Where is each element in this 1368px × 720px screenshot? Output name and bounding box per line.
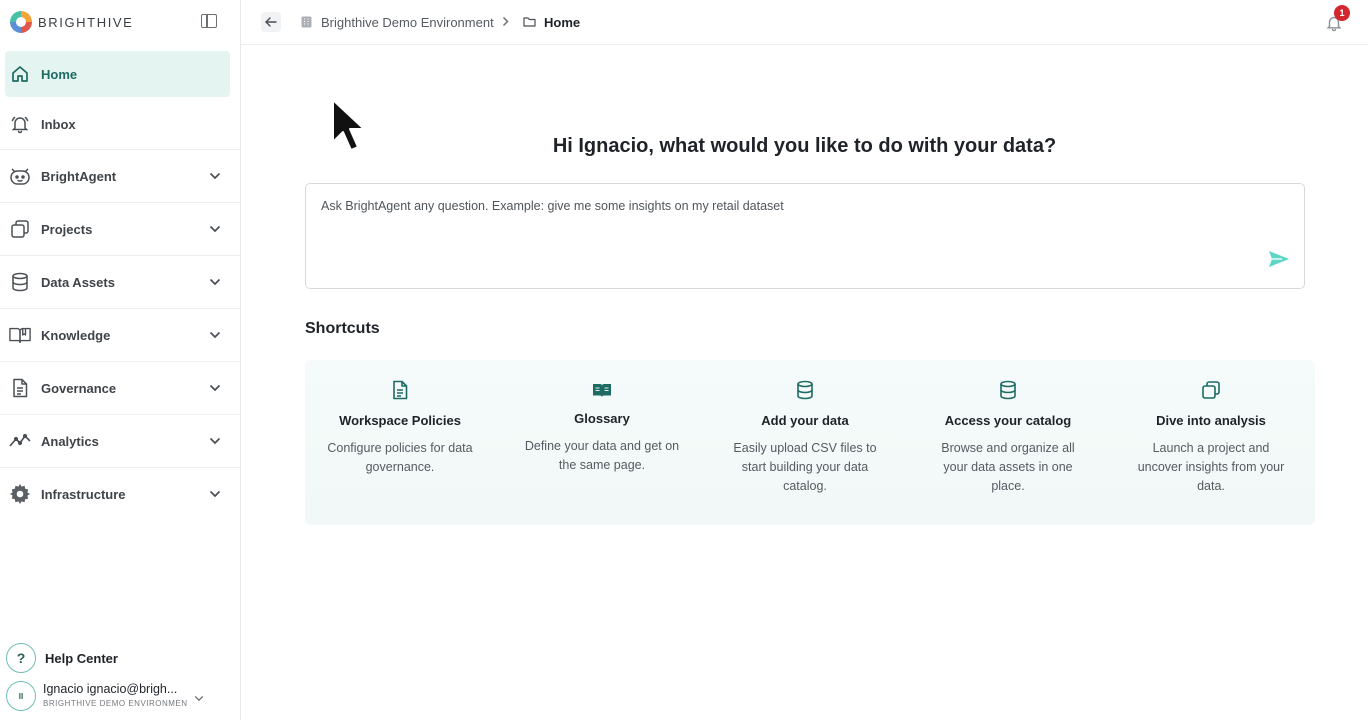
chevron-down-icon[interactable] xyxy=(208,222,222,236)
sidebar-collapse-icon[interactable] xyxy=(201,14,217,28)
sidebar-item-label: Inbox xyxy=(41,116,76,132)
chevron-down-icon[interactable] xyxy=(208,275,222,289)
chevron-down-icon[interactable] xyxy=(194,689,204,707)
brand[interactable]: BRIGHTHIVE xyxy=(10,11,133,33)
shortcuts-heading: Shortcuts xyxy=(305,320,380,337)
shortcut-description: Define your data and get on the same pag… xyxy=(524,439,680,472)
breadcrumb-environment[interactable]: Brighthive Demo Environment xyxy=(321,15,494,30)
send-icon[interactable] xyxy=(1268,250,1290,268)
greeting-heading: Hi Ignacio, what would you like to do wi… xyxy=(552,135,1057,157)
shortcut-description: Launch a project and uncover insights fr… xyxy=(1137,441,1285,493)
projects-icon xyxy=(9,218,31,240)
divider xyxy=(0,308,240,309)
chevron-down-icon[interactable] xyxy=(208,487,222,501)
gear-icon xyxy=(9,483,31,505)
database-icon xyxy=(9,271,31,293)
sidebar-item-label: Data Assets xyxy=(41,274,115,290)
divider xyxy=(0,255,240,256)
divider xyxy=(0,361,240,362)
user-menu[interactable]: II Ignacio ignacio@brigh... BRIGHTHIVE D… xyxy=(6,681,236,711)
sidebar-item-data-assets[interactable]: Data Assets xyxy=(0,270,240,294)
sidebar-item-label: Projects xyxy=(41,221,93,237)
database-icon xyxy=(797,380,813,400)
notification-badge: 1 xyxy=(1334,5,1350,21)
database-icon xyxy=(1000,380,1016,400)
ask-box[interactable] xyxy=(305,183,1305,289)
help-center-label: Help Center xyxy=(45,650,118,666)
copy-icon xyxy=(1202,381,1220,399)
user-name: Ignacio ignacio@brigh... xyxy=(43,682,178,696)
shortcut-add-your-data[interactable]: Add your data Easily upload CSV files to… xyxy=(710,360,900,525)
sidebar-item-label: Knowledge xyxy=(41,327,111,343)
home-icon xyxy=(9,63,31,85)
bell-icon xyxy=(9,113,31,135)
robot-icon xyxy=(9,165,31,187)
shortcut-title: Glossary xyxy=(574,411,630,426)
document-icon xyxy=(393,380,408,400)
chevron-down-icon[interactable] xyxy=(208,434,222,448)
brand-name: BRIGHTHIVE xyxy=(38,14,134,30)
sidebar-item-label: BrightAgent xyxy=(41,168,117,184)
shortcut-description: Easily upload CSV files to start buildin… xyxy=(733,441,877,493)
book-icon xyxy=(593,384,611,397)
shortcuts-panel: Workspace Policies Configure policies fo… xyxy=(305,360,1315,525)
question-icon: ? xyxy=(6,643,36,673)
sidebar-item-governance[interactable]: Governance xyxy=(0,376,240,400)
breadcrumb-current: Home xyxy=(544,15,581,30)
shortcut-description: Configure policies for data governance. xyxy=(327,441,473,474)
shortcut-glossary[interactable]: Glossary Define your data and get on the… xyxy=(507,360,697,525)
shortcut-title: Add your data xyxy=(761,413,849,428)
back-button[interactable] xyxy=(261,12,281,32)
shortcut-workspace-policies[interactable]: Workspace Policies Configure policies fo… xyxy=(305,360,495,525)
sidebar-item-brightagent[interactable]: BrightAgent xyxy=(0,164,240,188)
sidebar-item-inbox[interactable]: Inbox xyxy=(0,112,240,136)
sidebar-item-analytics[interactable]: Analytics xyxy=(0,429,240,453)
book-open-icon xyxy=(9,324,31,346)
divider xyxy=(0,202,240,203)
sidebar-item-label: Governance xyxy=(41,380,117,396)
shortcut-title: Dive into analysis xyxy=(1156,413,1266,428)
user-environment: BRIGHTHIVE DEMO ENVIRONMENT xyxy=(43,699,188,708)
sidebar: BRIGHTHIVE Home Inbox BrightAgent Projec… xyxy=(0,0,241,720)
chevron-down-icon[interactable] xyxy=(208,381,222,395)
sidebar-item-knowledge[interactable]: Knowledge xyxy=(0,323,240,347)
arrow-left-icon xyxy=(265,17,277,27)
chevron-down-icon[interactable] xyxy=(208,169,222,183)
sidebar-item-projects[interactable]: Projects xyxy=(0,217,240,241)
divider xyxy=(0,467,240,468)
topbar: Brighthive Demo Environment Home 1 xyxy=(241,0,1368,45)
chevron-right-icon xyxy=(502,16,509,27)
help-center-link[interactable]: ? Help Center xyxy=(6,643,118,673)
shortcut-access-your-catalog[interactable]: Access your catalog Browse and organize … xyxy=(913,360,1103,525)
sidebar-item-label: Infrastructure xyxy=(41,486,126,502)
mouse-cursor-icon xyxy=(332,99,365,151)
folder-icon xyxy=(523,17,536,27)
ask-brightagent-input[interactable] xyxy=(321,199,1251,213)
sidebar-item-label: Home xyxy=(41,66,78,82)
divider xyxy=(0,414,240,415)
chevron-down-icon[interactable] xyxy=(208,328,222,342)
shortcut-dive-into-analysis[interactable]: Dive into analysis Launch a project and … xyxy=(1116,360,1306,525)
sidebar-item-label: Analytics xyxy=(41,433,99,449)
analytics-icon xyxy=(9,430,31,452)
shortcut-description: Browse and organize all your data assets… xyxy=(941,441,1075,493)
brighthive-logo-icon xyxy=(10,11,32,33)
sidebar-item-infrastructure[interactable]: Infrastructure xyxy=(0,482,240,506)
sidebar-item-home[interactable]: Home xyxy=(5,51,230,97)
document-icon xyxy=(9,377,31,399)
shortcut-title: Workspace Policies xyxy=(339,413,461,428)
app-window: BRIGHTHIVE Home Inbox BrightAgent Projec… xyxy=(0,0,1368,720)
building-icon xyxy=(301,16,312,28)
avatar: II xyxy=(6,681,36,711)
divider xyxy=(0,149,240,150)
shortcut-title: Access your catalog xyxy=(944,413,1072,428)
